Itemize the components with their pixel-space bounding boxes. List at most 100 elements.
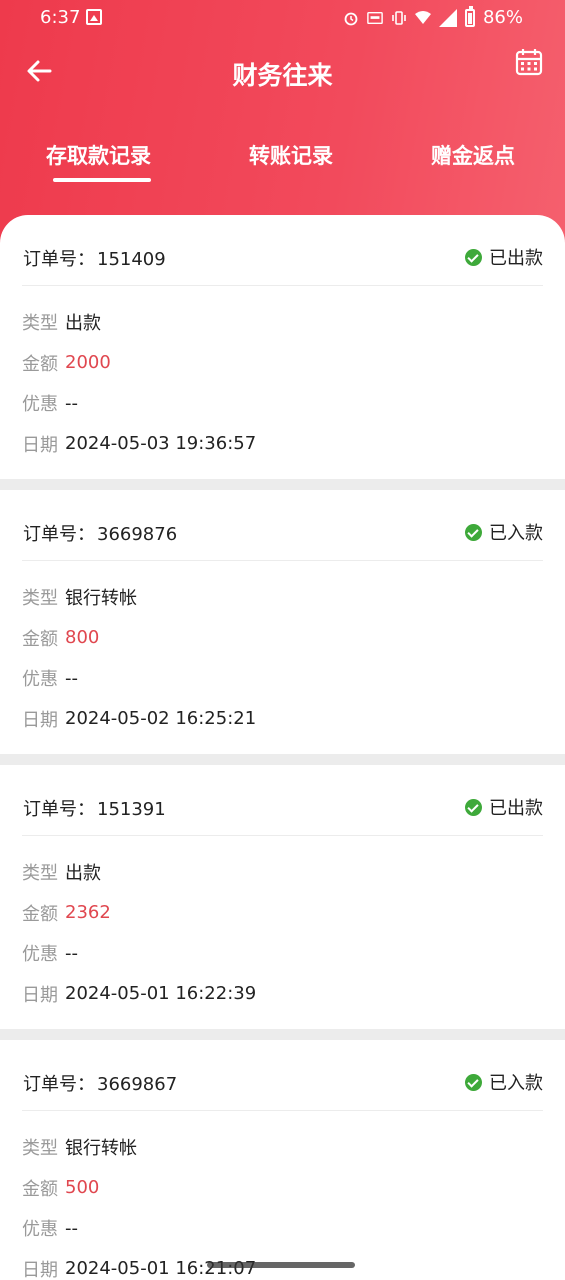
amount-row: 金额 2362 [22,893,543,934]
check-circle-icon [465,1073,482,1091]
check-circle-icon [465,798,482,816]
order-number-label: 订单号： [23,524,95,545]
type-value: 出款 [65,863,101,885]
discount-label: 优惠 [22,1219,58,1241]
order-number-value: 151391 [97,799,166,820]
amount-label: 金额 [22,628,58,650]
record-header: 订单号： 3669876 已入款 [22,490,543,561]
tab-transfer[interactable]: 转账记录 [249,140,333,170]
date-row: 日期 2024-05-02 16:25:21 [22,699,543,740]
amount-row: 金额 2000 [22,343,543,384]
discount-label: 优惠 [22,669,58,691]
amount-label: 金额 [22,903,58,925]
discount-value: -- [65,392,78,414]
type-value: 银行转帐 [65,1138,137,1160]
discount-row: 优惠 -- [22,383,543,424]
type-value: 出款 [65,313,101,335]
order-number: 订单号： 3669867 [23,1070,177,1096]
order-number-value: 151409 [97,249,166,270]
tab-bonus-rebate[interactable]: 赠金返点 [431,140,515,170]
page-title: 财务往来 [232,61,333,90]
amount-label: 金额 [22,353,58,375]
record-header: 订单号： 3669867 已入款 [22,1040,543,1111]
date-label: 日期 [22,709,58,731]
date-label: 日期 [22,434,58,456]
tab-deposit-withdraw[interactable]: 存取款记录 [46,140,151,170]
order-number-value: 3669876 [97,524,178,545]
type-row: 类型 出款 [22,852,543,893]
card-divider [0,1029,565,1040]
discount-value: -- [65,942,78,964]
gallery-notification-icon [86,9,102,25]
battery-percent: 86% [482,7,523,28]
card-divider [0,754,565,765]
status-text: 已入款 [489,523,543,544]
record-card[interactable]: 订单号： 3669867 已入款 类型 银行转帐 金额 500 优惠 -- 日期 2024… [0,1040,565,1280]
record-header: 订单号： 151391 已出款 [22,765,543,836]
active-tab-indicator [53,178,151,182]
vibrate-icon [392,10,406,25]
status-text: 已出款 [489,798,543,819]
amount-value: 2362 [65,902,111,924]
amount-label: 金额 [22,1178,58,1200]
record-card[interactable]: 订单号： 151391 已出款 类型 出款 金额 2362 优惠 -- 日期 2024-0… [0,765,565,1029]
date-row: 日期 2024-05-01 16:22:39 [22,974,543,1015]
record-card[interactable]: 订单号： 3669876 已入款 类型 银行转帐 金额 800 优惠 -- 日期 2024… [0,490,565,754]
amount-row: 金额 800 [22,618,543,659]
check-circle-icon [465,248,482,266]
discount-label: 优惠 [22,394,58,416]
auto-brightness-icon [367,11,383,24]
status-bar: 6:37 86% [0,0,565,36]
order-number: 订单号： 151409 [23,245,166,271]
wifi-icon [414,10,431,24]
status-badge: 已入款 [465,519,543,545]
battery-icon [464,5,475,27]
discount-value: -- [65,667,78,689]
type-label: 类型 [22,1138,58,1160]
type-label: 类型 [22,588,58,610]
type-row: 类型 出款 [22,302,543,343]
date-value: 2024-05-02 16:25:21 [65,708,257,730]
order-number-value: 3669867 [97,1074,178,1095]
calendar-icon[interactable] [515,48,543,76]
order-number-label: 订单号： [23,1074,95,1095]
date-row: 日期 2024-05-03 19:36:57 [22,424,543,465]
status-badge: 已出款 [465,244,543,270]
top-bar: 财务往来 [0,44,565,100]
date-label: 日期 [22,1259,58,1280]
discount-value: -- [65,1217,78,1239]
home-indicator[interactable] [207,1262,355,1268]
amount-value: 800 [65,627,100,649]
status-time: 6:37 [40,7,81,28]
discount-label: 优惠 [22,944,58,966]
date-value: 2024-05-03 19:36:57 [65,433,257,455]
type-label: 类型 [22,863,58,885]
order-number-label: 订单号： [23,249,95,270]
type-row: 类型 银行转帐 [22,577,543,618]
amount-value: 2000 [65,352,111,374]
signal-icon [438,8,457,27]
date-value: 2024-05-01 16:22:39 [65,983,257,1005]
tab-bar: 存取款记录 转账记录 赠金返点 [0,140,565,190]
card-divider [0,479,565,490]
amount-row: 金额 500 [22,1168,543,1209]
order-number: 订单号： 3669876 [23,520,177,546]
type-value: 银行转帐 [65,588,137,610]
record-header: 订单号： 151409 已出款 [22,215,543,286]
record-card[interactable]: 订单号： 151409 已出款 类型 出款 金额 2000 优惠 -- 日期 2024-0… [0,215,565,479]
date-label: 日期 [22,984,58,1006]
discount-row: 优惠 -- [22,658,543,699]
status-badge: 已入款 [465,1069,543,1095]
alarm-icon [344,12,358,25]
order-number: 订单号： 151391 [23,795,166,821]
status-text: 已出款 [489,248,543,269]
order-number-label: 订单号： [23,799,95,820]
type-row: 类型 银行转帐 [22,1127,543,1168]
record-list: 订单号： 151409 已出款 类型 出款 金额 2000 优惠 -- 日期 2024-0… [0,215,565,1280]
amount-value: 500 [65,1177,100,1199]
check-circle-icon [465,523,482,541]
status-badge: 已出款 [465,794,543,820]
type-label: 类型 [22,313,58,335]
status-text: 已入款 [489,1073,543,1094]
discount-row: 优惠 -- [22,933,543,974]
